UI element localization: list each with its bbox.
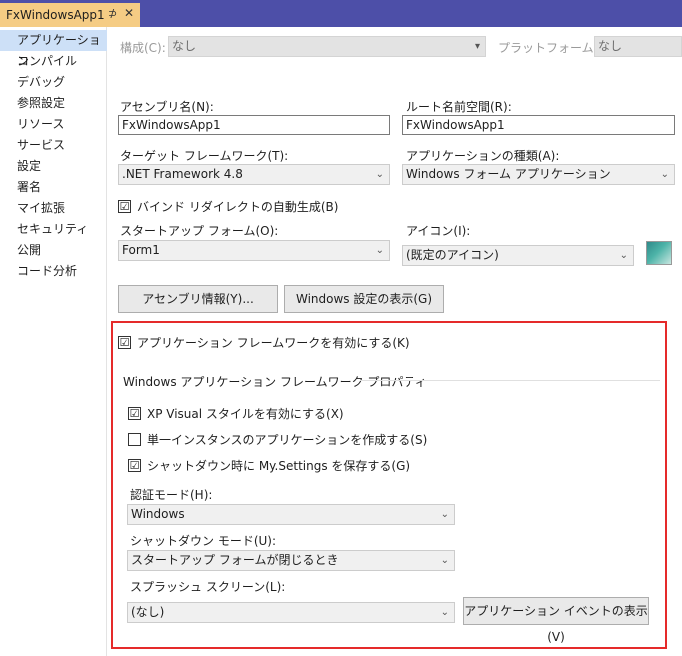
framework-section-title: Windows アプリケーション フレームワーク プロパティ xyxy=(123,375,427,389)
sidebar-item-my-extensions[interactable]: マイ拡張 xyxy=(0,198,107,219)
app-type-select[interactable]: Windows フォーム アプリケーション ⌄ xyxy=(402,164,675,185)
splash-select[interactable]: (なし) ⌄ xyxy=(127,602,455,623)
shutdown-mode-value: スタートアップ フォームが閉じるとき xyxy=(131,553,339,567)
shutdown-mode-label: シャットダウン モード(U): xyxy=(130,534,277,548)
auto-binding-checkbox[interactable]: ☑ バインド リダイレクトの自動生成(B) xyxy=(118,198,338,215)
auth-mode-label: 認証モード(H): xyxy=(130,488,213,502)
config-select[interactable]: なし ▾ xyxy=(168,36,486,57)
property-sidebar: アプリケーション コンパイル デバッグ 参照設定 リソース サービス 設定 署名… xyxy=(0,27,107,656)
root-namespace-label: ルート名前空間(R): xyxy=(406,100,512,114)
sidebar-item-application[interactable]: アプリケーション xyxy=(0,30,107,68)
sidebar-item-signing[interactable]: 署名 xyxy=(0,177,107,198)
sidebar-item-references[interactable]: 参照設定 xyxy=(0,93,107,114)
pin-icon[interactable]: ⊅ xyxy=(108,7,117,20)
application-page: 構成(C): なし ▾ プラットフォーム(M): なし アセンブリ名(N): F… xyxy=(108,27,682,656)
target-framework-select[interactable]: .NET Framework 4.8 ⌄ xyxy=(118,164,390,185)
chevron-down-icon: ⌄ xyxy=(375,169,384,180)
chevron-down-icon: ⌄ xyxy=(619,250,628,261)
startup-form-select[interactable]: Form1 ⌄ xyxy=(118,240,390,261)
checkbox-box: ☑ xyxy=(118,336,131,349)
chevron-down-icon: ⌄ xyxy=(440,555,449,566)
single-instance-label: 単一インスタンスのアプリケーションを作成する(S) xyxy=(147,433,428,447)
assembly-name-label: アセンブリ名(N): xyxy=(120,100,214,114)
assembly-name-input[interactable]: FxWindowsApp1 xyxy=(118,115,390,135)
target-framework-value: .NET Framework 4.8 xyxy=(122,167,243,181)
icon-label: アイコン(I): xyxy=(406,224,471,238)
shutdown-mode-select[interactable]: スタートアップ フォームが閉じるとき ⌄ xyxy=(127,550,455,571)
platform-select[interactable]: なし xyxy=(594,36,682,57)
sidebar-item-publish[interactable]: 公開 xyxy=(0,240,107,261)
chevron-down-icon: ⌄ xyxy=(660,169,669,180)
auto-binding-label: バインド リダイレクトの自動生成(B) xyxy=(137,200,339,214)
assembly-info-button[interactable]: アセンブリ情報(Y)... xyxy=(118,285,278,313)
app-type-value: Windows フォーム アプリケーション xyxy=(406,167,611,181)
sidebar-item-resources[interactable]: リソース xyxy=(0,114,107,135)
chevron-down-icon: ▾ xyxy=(474,41,480,52)
icon-value: (既定のアイコン) xyxy=(406,248,499,262)
enable-framework-label: アプリケーション フレームワークを有効にする(K) xyxy=(137,336,410,350)
icon-select[interactable]: (既定のアイコン) ⌄ xyxy=(402,245,634,266)
platform-value: なし xyxy=(598,39,623,53)
checkbox-box: ☑ xyxy=(118,200,131,213)
view-app-events-button[interactable]: アプリケーション イベントの表示(V) xyxy=(463,597,649,644)
config-label: 構成(C): xyxy=(120,41,166,55)
tab-fxwindowsapp1[interactable]: FxWindowsApp1 ⊅ ✕ xyxy=(0,3,140,27)
auth-mode-select[interactable]: Windows ⌄ xyxy=(127,504,455,525)
sidebar-item-security[interactable]: セキュリティ xyxy=(0,219,107,240)
tab-title: FxWindowsApp1 xyxy=(6,8,105,22)
sidebar-item-debug[interactable]: デバッグ xyxy=(0,72,107,93)
chevron-down-icon: ⌄ xyxy=(440,607,449,618)
enable-framework-checkbox[interactable]: ☑ アプリケーション フレームワークを有効にする(K) xyxy=(118,334,410,351)
startup-form-label: スタートアップ フォーム(O): xyxy=(120,224,279,238)
section-divider xyxy=(360,380,660,381)
checkbox-box xyxy=(128,433,141,446)
chevron-down-icon: ⌄ xyxy=(375,245,384,256)
close-icon[interactable]: ✕ xyxy=(124,6,134,20)
app-icon-preview xyxy=(646,241,672,265)
startup-form-value: Form1 xyxy=(122,243,160,257)
sidebar-item-compile[interactable]: コンパイル xyxy=(0,51,107,72)
windows-settings-button[interactable]: Windows 設定の表示(G) xyxy=(284,285,444,313)
splash-value: (なし) xyxy=(131,605,165,619)
sidebar-item-code-analysis[interactable]: コード分析 xyxy=(0,261,107,282)
checkbox-box: ☑ xyxy=(128,459,141,472)
document-tabstrip: FxWindowsApp1 ⊅ ✕ xyxy=(0,0,682,27)
single-instance-checkbox[interactable]: 単一インスタンスのアプリケーションを作成する(S) xyxy=(128,431,427,448)
chevron-down-icon: ⌄ xyxy=(440,509,449,520)
sidebar-item-services[interactable]: サービス xyxy=(0,135,107,156)
auth-mode-value: Windows xyxy=(131,507,185,521)
splash-label: スプラッシュ スクリーン(L): xyxy=(130,580,286,594)
config-value: なし xyxy=(172,39,197,53)
app-type-label: アプリケーションの種類(A): xyxy=(406,149,560,163)
root-namespace-input[interactable]: FxWindowsApp1 xyxy=(402,115,675,135)
save-settings-checkbox[interactable]: ☑ シャットダウン時に My.Settings を保存する(G) xyxy=(128,457,410,474)
xp-visual-label: XP Visual スタイルを有効にする(X) xyxy=(147,407,344,421)
xp-visual-checkbox[interactable]: ☑ XP Visual スタイルを有効にする(X) xyxy=(128,405,344,422)
sidebar-item-settings[interactable]: 設定 xyxy=(0,156,107,177)
checkbox-box: ☑ xyxy=(128,407,141,420)
target-framework-label: ターゲット フレームワーク(T): xyxy=(120,149,289,163)
save-settings-label: シャットダウン時に My.Settings を保存する(G) xyxy=(147,459,411,473)
